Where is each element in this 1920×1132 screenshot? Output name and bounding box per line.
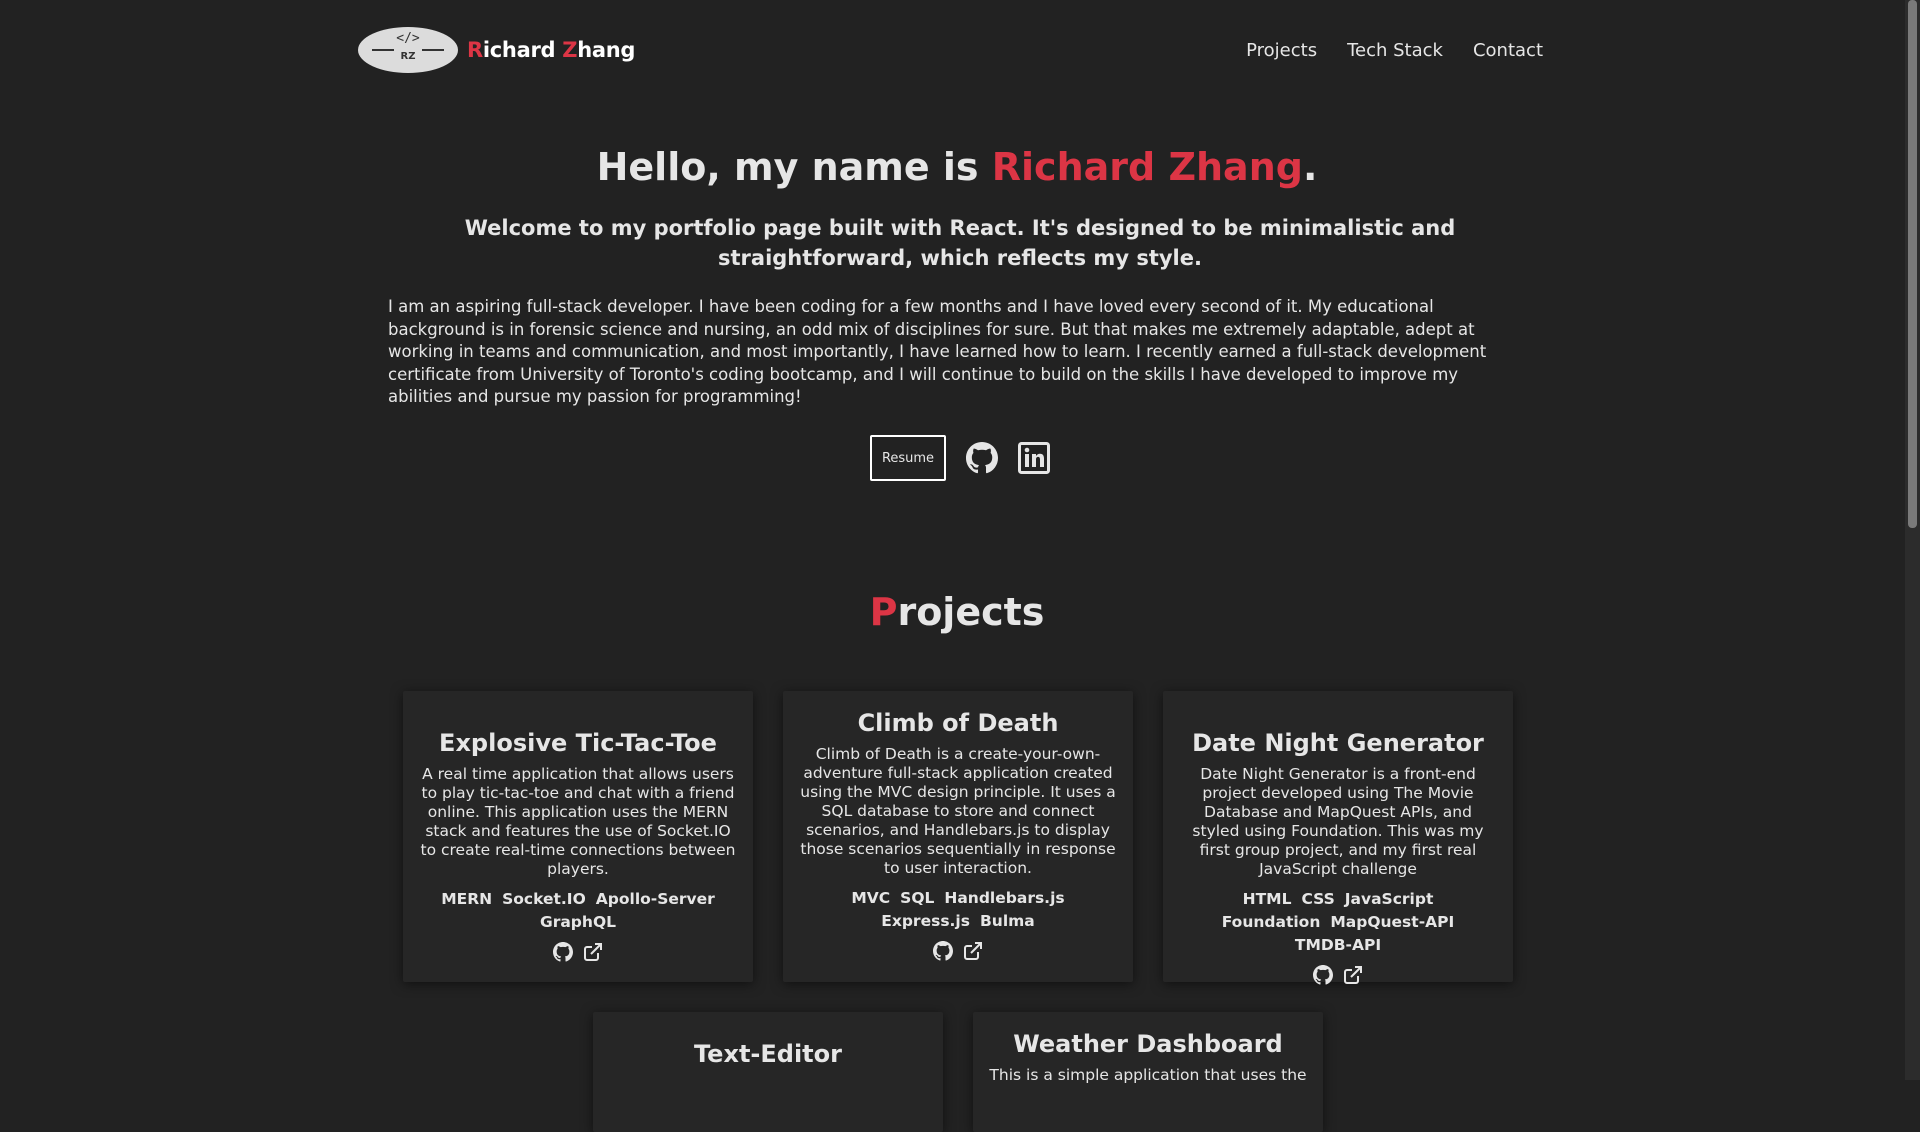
project-card-weather-dashboard: Weather Dashboard This is a simple appli… [973, 1012, 1323, 1132]
linkedin-icon[interactable] [1018, 442, 1050, 474]
projects-heading-rest: rojects [897, 590, 1045, 634]
github-icon[interactable] [1312, 964, 1334, 986]
brand-last-initial: Z [562, 38, 578, 62]
nav-link-tech-stack[interactable]: Tech Stack [1347, 40, 1443, 61]
project-title: Climb of Death [857, 709, 1059, 737]
tag: Apollo-Server [595, 890, 715, 908]
tag: Bulma [979, 912, 1035, 930]
project-tags: MVC SQL Handlebars.js Express.js Bulma [799, 888, 1117, 932]
tag: Socket.IO [502, 890, 586, 908]
top-navbar: </> RZ Richard Zhang Projects Tech Stack… [0, 0, 1920, 102]
project-card-climb-of-death: Climb of Death Climb of Death is a creat… [783, 691, 1133, 982]
project-description: Climb of Death is a create-your-own-adve… [800, 745, 1116, 877]
project-card-tic-tac-toe: Explosive Tic-Tac-Toe A real time applic… [403, 691, 753, 982]
project-links [419, 941, 737, 963]
project-card-date-night-generator: Date Night Generator Date Night Generato… [1163, 691, 1513, 985]
nav-links: Projects Tech Stack Contact [1246, 40, 1543, 61]
project-tags: MERN Socket.IO Apollo-Server GraphQL [419, 889, 737, 933]
github-icon[interactable] [932, 940, 954, 962]
project-title: Weather Dashboard [1013, 1030, 1283, 1058]
projects-heading-initial: P [869, 590, 898, 634]
nav-link-contact[interactable]: Contact [1473, 40, 1543, 61]
project-tags: HTML CSS JavaScript Foundation MapQuest-… [1179, 889, 1497, 956]
tag: Express.js [881, 912, 970, 930]
hero-name: Richard Zhang [991, 145, 1303, 189]
tag: MVC [851, 889, 891, 907]
tag: Foundation [1221, 913, 1321, 931]
tag: CSS [1301, 890, 1335, 908]
hero-actions: Resume [870, 435, 1050, 481]
tag: SQL [900, 889, 935, 907]
hero-greeting: Hello, my name is [596, 145, 992, 189]
tag: MapQuest-API [1330, 913, 1455, 931]
external-link-icon[interactable] [962, 940, 984, 962]
scrollbar-thumb[interactable] [1908, 0, 1917, 528]
hero-title: Hello, my name is Richard Zhang. [0, 145, 1914, 189]
tag: JavaScript [1344, 890, 1434, 908]
tag: Handlebars.js [944, 889, 1065, 907]
hero-subtitle: Welcome to my portfolio page built with … [464, 216, 1456, 270]
tag: TMDB-API [1294, 936, 1382, 954]
tag: MERN [441, 890, 493, 908]
project-description: A real time application that allows user… [420, 765, 736, 878]
hero-period: . [1302, 145, 1318, 189]
logo-code-symbol: </> [396, 31, 420, 46]
page-scrollbar[interactable] [1905, 0, 1920, 1080]
projects-heading: Projects [0, 590, 1914, 634]
logo-initials: RZ [400, 51, 416, 62]
project-description: Date Night Generator is a front-end proj… [1192, 765, 1484, 878]
bio-paragraph: I am an aspiring full-stack developer. I… [388, 297, 1487, 406]
project-links [1179, 964, 1497, 986]
resume-button[interactable]: Resume [870, 435, 946, 481]
external-link-icon[interactable] [1342, 964, 1364, 986]
tag: GraphQL [539, 913, 616, 931]
brand-name[interactable]: Richard Zhang [467, 38, 635, 62]
external-link-icon[interactable] [582, 941, 604, 963]
github-icon[interactable] [966, 442, 998, 474]
project-links [799, 940, 1117, 962]
nav-link-projects[interactable]: Projects [1246, 40, 1317, 61]
project-description: This is a simple application that uses t… [989, 1066, 1307, 1084]
project-title: Explosive Tic-Tac-Toe [439, 729, 717, 757]
project-card-text-editor: Text-Editor [593, 1012, 943, 1132]
brand-last-rest: hang [577, 38, 636, 62]
brand-first-rest: ichard [482, 38, 563, 62]
project-title: Date Night Generator [1192, 729, 1484, 757]
tag: HTML [1242, 890, 1292, 908]
brand-first-initial: R [467, 38, 483, 62]
logo-badge[interactable]: </> RZ [358, 27, 458, 73]
github-icon[interactable] [552, 941, 574, 963]
project-title: Text-Editor [694, 1040, 842, 1068]
